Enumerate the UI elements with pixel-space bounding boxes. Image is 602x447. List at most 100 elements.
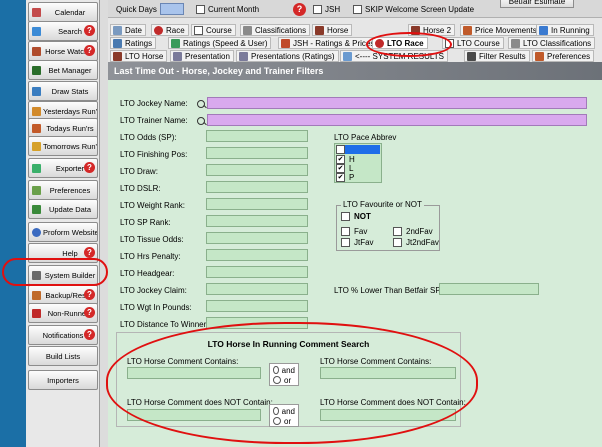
lto-dslr-input[interactable] xyxy=(206,181,308,193)
tab-course[interactable]: Course xyxy=(191,24,236,36)
comment-not-contains-input-2[interactable] xyxy=(320,409,456,421)
sidebar-item-build-lists[interactable]: Build Lists xyxy=(28,346,98,366)
jtfav-checkbox[interactable]: JtFav xyxy=(341,238,374,247)
skip-welcome-checkbox[interactable]: SKIP Welcome Screen Update xyxy=(353,3,474,15)
help-icon[interactable]: ? xyxy=(84,162,95,173)
tab-lto-course[interactable]: LTO Course xyxy=(442,37,504,49)
sidebar-item-importers[interactable]: Importers xyxy=(28,370,98,390)
help-button[interactable]: ? xyxy=(293,2,306,16)
sidebar-item-horse-watcher[interactable]: Horse Watcher? xyxy=(28,41,98,61)
lto-draw-input[interactable] xyxy=(206,164,308,176)
checkbox-label: Fav xyxy=(354,227,368,236)
lto-sp-rank-input[interactable] xyxy=(206,215,308,227)
help-icon[interactable]: ? xyxy=(84,247,95,258)
or-radio[interactable]: or xyxy=(273,375,295,385)
tab-label: LTO Horse xyxy=(125,51,164,61)
tab-in-running[interactable]: In Running xyxy=(536,24,594,36)
exporter-icon xyxy=(32,163,41,173)
and-radio[interactable]: and xyxy=(273,406,295,416)
and-or-selector[interactable]: and or xyxy=(269,404,299,427)
lto-wgt-in-pounds-input[interactable] xyxy=(206,300,308,312)
sidebar-item-label: Todays Run'rs xyxy=(46,123,94,133)
betfair-estimate-button[interactable]: Betfair Estimate xyxy=(500,0,574,8)
comment-not-contains-input-1[interactable] xyxy=(127,409,261,421)
splitter[interactable] xyxy=(100,0,108,447)
sidebar-item-label: Draw Stats xyxy=(51,86,89,96)
help-icon[interactable]: ? xyxy=(84,289,95,300)
tab-ratings-speed-user[interactable]: Ratings (Speed & User) xyxy=(168,37,272,49)
betfair-sp-input[interactable] xyxy=(439,283,539,295)
lto-trainer-name-input[interactable] xyxy=(207,114,587,126)
pace-item[interactable]: ✔ xyxy=(336,145,380,154)
lto-hrs-penalty-input[interactable] xyxy=(206,249,308,261)
and-or-selector[interactable]: and or xyxy=(269,363,299,386)
sidebar-item-help[interactable]: Help? xyxy=(28,243,98,263)
sidebar-item-backup-restore[interactable]: Backup/Restre? xyxy=(28,285,98,305)
tab-lto-classifications[interactable]: LTO Classifications xyxy=(508,37,596,49)
sidebar-item-draw-stats[interactable]: Draw Stats xyxy=(28,81,98,101)
sidebar-item-notifications[interactable]: Notifications? xyxy=(28,325,98,345)
lto-jockey-claim-input[interactable] xyxy=(206,283,308,295)
checkbox-icon xyxy=(353,4,362,14)
and-radio[interactable]: and xyxy=(273,365,295,375)
lto-finishing-pos-input[interactable] xyxy=(206,147,308,159)
tab-jsh-ratings-prices[interactable]: JSH - Ratings & Prices xyxy=(278,37,379,49)
pace-item[interactable]: ✔ L xyxy=(336,164,353,173)
comment-contains-input-2[interactable] xyxy=(320,367,456,379)
search-icon[interactable] xyxy=(197,100,205,108)
lto-jockey-name-input[interactable] xyxy=(207,97,587,109)
2ndfav-checkbox[interactable]: 2ndFav xyxy=(393,227,433,236)
or-radio[interactable]: or xyxy=(273,416,295,426)
lto-tissue-odds-input[interactable] xyxy=(206,232,308,244)
sidebar-item-search[interactable]: Search? xyxy=(28,21,98,41)
sidebar-item-exporter[interactable]: Exporter? xyxy=(28,158,98,178)
sidebar-item-proform-website[interactable]: Proform Website xyxy=(28,222,98,242)
sidebar-item-tomorrows-runners[interactable]: Tomorrows Run'rs xyxy=(28,136,98,156)
sidebar-item-calendar[interactable]: Calendar xyxy=(28,2,98,22)
lto-odds-input[interactable] xyxy=(206,130,308,142)
tab-price-movements[interactable]: Price Movements xyxy=(460,24,541,36)
lto-distance-to-winner-input[interactable] xyxy=(206,317,308,329)
pace-abbrev-list[interactable]: ✔ ✔ H ✔ L ✔ P xyxy=(334,143,382,183)
comment-contains-input-1[interactable] xyxy=(127,367,261,379)
search-icon[interactable] xyxy=(197,117,205,125)
not-checkbox[interactable]: NOT xyxy=(341,212,371,221)
tab-race[interactable]: Race xyxy=(151,24,189,36)
tab-ratings[interactable]: Ratings xyxy=(110,37,157,49)
tab-preferences[interactable]: Preferences xyxy=(532,50,595,62)
pace-item-label: L xyxy=(349,164,354,173)
tab-presentations-ratings[interactable]: Presentations (Ratings) xyxy=(236,50,339,62)
comment-search-group: LTO Horse In Running Comment Search LTO … xyxy=(116,332,466,427)
group-title: LTO Favourite or NOT xyxy=(341,200,424,209)
tab-label: Date xyxy=(125,25,142,35)
quick-days-input[interactable] xyxy=(159,3,184,15)
jt2ndfav-checkbox[interactable]: Jt2ndFav xyxy=(393,238,439,247)
tab-lto-horse[interactable]: LTO Horse xyxy=(110,50,168,62)
current-month-checkbox[interactable]: Current Month xyxy=(196,3,259,15)
lto-headgear-input[interactable] xyxy=(206,266,308,278)
tab-date[interactable]: Date xyxy=(110,24,146,36)
help-icon[interactable]: ? xyxy=(84,329,95,340)
tab-horse[interactable]: Horse xyxy=(312,24,353,36)
tab-classifications[interactable]: Classifications xyxy=(240,24,311,36)
sidebar-item-preferences[interactable]: Preferences xyxy=(28,180,98,200)
help-icon[interactable]: ? xyxy=(84,25,95,36)
tab-system-results[interactable]: <---- SYSTEM RESULTS xyxy=(340,50,448,62)
tab-filter-results[interactable]: Filter Results xyxy=(464,50,530,62)
lto-weight-rank-input[interactable] xyxy=(206,198,308,210)
draw-stats-icon xyxy=(32,86,41,96)
sidebar-item-bet-manager[interactable]: Bet Manager xyxy=(28,60,98,80)
tab-presentation[interactable]: Presentation xyxy=(170,50,234,62)
pace-item[interactable]: ✔ P xyxy=(336,173,354,182)
sidebar-item-update-data[interactable]: Update Data xyxy=(28,199,98,219)
fav-checkbox[interactable]: Fav xyxy=(341,227,367,236)
tab-horse-2[interactable]: Horse 2 xyxy=(408,24,456,36)
tab-lto-race[interactable]: LTO Race xyxy=(372,37,428,49)
sidebar-item-system-builder[interactable]: System Builder xyxy=(28,265,98,285)
sidebar-item-non-runners[interactable]: Non-Runners? xyxy=(28,303,98,323)
jsh-checkbox[interactable]: JSH xyxy=(313,3,340,15)
help-icon[interactable]: ? xyxy=(84,45,95,56)
pace-item[interactable]: ✔ H xyxy=(336,155,355,164)
help-icon[interactable]: ? xyxy=(84,307,95,318)
sidebar-item-todays-runners[interactable]: Todays Run'rs xyxy=(28,118,98,138)
